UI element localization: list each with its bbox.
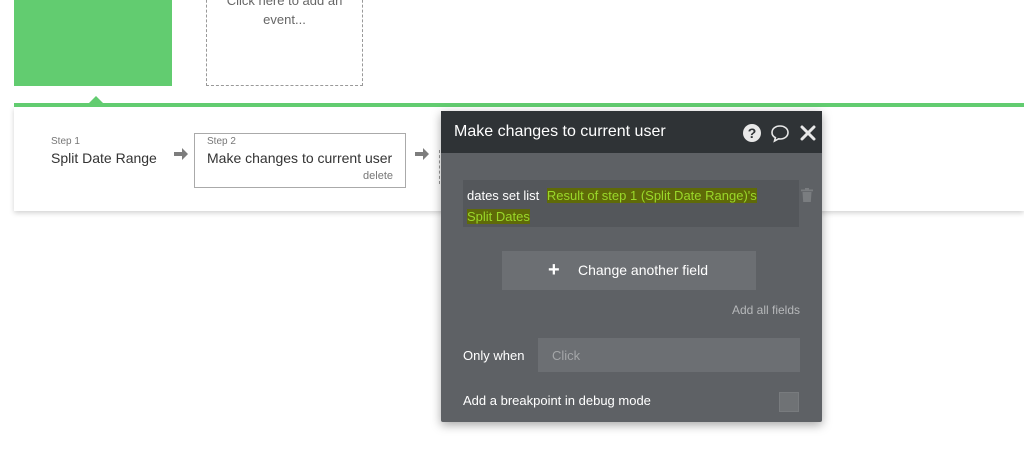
plus-icon: + [548,259,560,281]
expression-line-1: Result of step 1 (Split Date Range)'s [546,188,757,203]
comment-icon[interactable] [770,123,790,143]
field-label: dates set list [467,188,540,203]
step-1-card[interactable]: Step 1 Split Date Range [51,135,157,168]
close-icon[interactable] [798,123,818,143]
breakpoint-checkbox[interactable] [779,392,799,412]
selected-event-line [14,103,1024,107]
expression-line-2: Split Dates [467,209,530,224]
breakpoint-label: Add a breakpoint in debug mode [463,393,651,408]
arrow-right-icon [415,148,429,160]
step-2-number: Step 2 [207,136,236,147]
only-when-label: Only when [463,348,525,363]
delete-step-link[interactable]: delete [363,170,393,182]
change-another-field-label: Change another field [578,262,708,278]
selected-event-pointer [89,96,103,103]
field-dates-set-list[interactable]: dates set list Result of step 1 (Split D… [463,180,813,227]
svg-text:?: ? [748,125,757,141]
add-all-fields-link[interactable]: Add all fields [732,303,800,317]
step-2-title: Make changes to current user [207,150,393,166]
panel-header: Make changes to current user ? [441,111,822,153]
only-when-input[interactable] [538,338,800,372]
panel-title: Make changes to current user [454,123,666,140]
add-event-text-line2: event... [263,12,306,27]
add-event-box[interactable]: Click here to add an event... [206,0,363,86]
step-1-title: Split Date Range [51,150,157,166]
event-tile-green[interactable] [14,0,172,86]
trash-icon[interactable] [801,188,813,202]
help-icon[interactable]: ? [742,123,762,143]
action-property-panel: Make changes to current user ? dates set… [441,111,822,422]
add-event-text-line1: Click here to add an [226,0,343,8]
arrow-right-icon [174,148,188,160]
step-2-card[interactable]: Step 2 Make changes to current user dele… [194,133,406,188]
step-1-number: Step 1 [51,136,80,147]
add-step-placeholder-edge [439,150,440,184]
change-another-field-button[interactable]: + Change another field [502,251,756,290]
dynamic-expression[interactable]: dates set list Result of step 1 (Split D… [467,185,787,227]
